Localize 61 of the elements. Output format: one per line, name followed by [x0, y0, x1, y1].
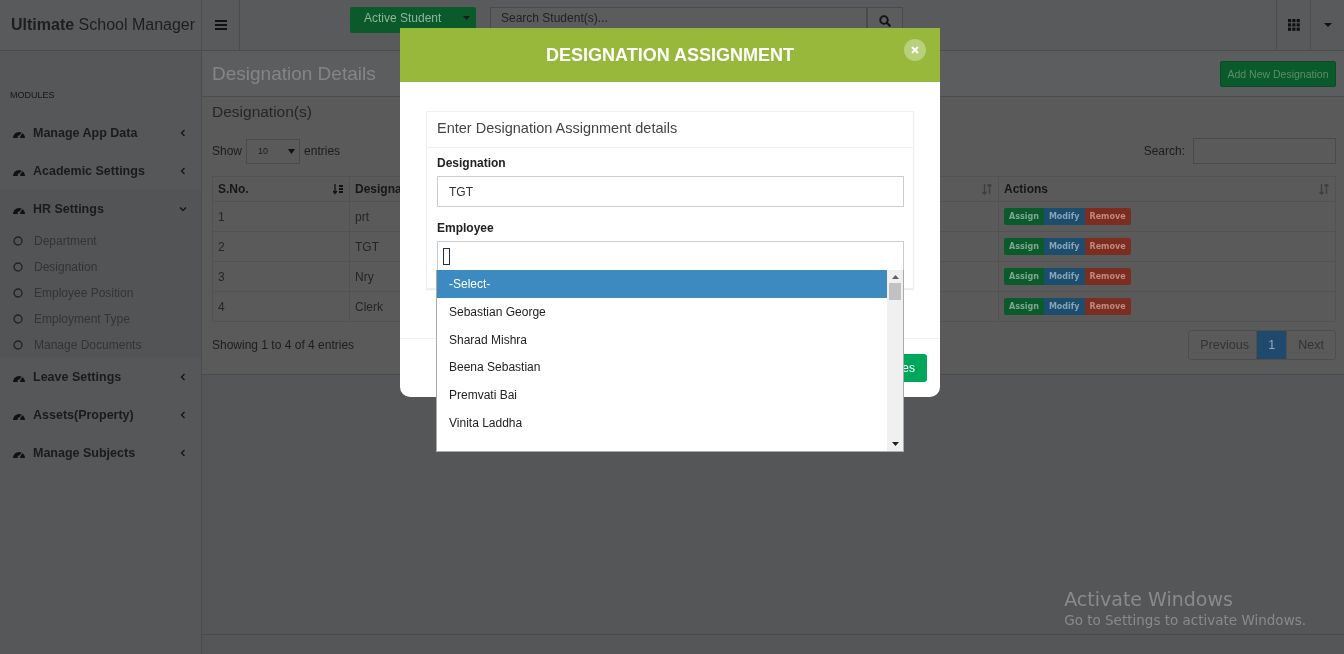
column-header[interactable]: S.No.: [212, 176, 350, 202]
sidebar-item[interactable]: Assets(Property): [0, 396, 201, 434]
edit-button[interactable]: Modify: [1043, 268, 1085, 285]
sidebar-item[interactable]: Manage App Data: [0, 114, 201, 152]
edit-button[interactable]: Modify: [1043, 238, 1085, 255]
sidebar-item[interactable]: Leave Settings: [0, 358, 201, 396]
close-icon: [911, 46, 919, 54]
entries-label: entries: [304, 144, 341, 158]
scrollbar[interactable]: [887, 270, 903, 451]
circle-icon: [13, 340, 23, 350]
panel-title: Enter Designation Assignment details: [427, 112, 913, 148]
caret-icon: [1323, 23, 1332, 27]
page-button[interactable]: 1: [1256, 331, 1287, 359]
chevron-icon: [179, 129, 187, 137]
caret-icon: [463, 16, 470, 20]
caret-icon: [288, 148, 296, 154]
dropdown-option[interactable]: Beena Sebastian: [437, 353, 887, 382]
chevron-icon: [179, 167, 187, 175]
chevron-icon: [179, 205, 187, 213]
modal-title: DESIGNATION ASSIGNMENT: [546, 44, 794, 66]
circle-icon: [13, 262, 23, 272]
circle-icon: [13, 288, 23, 298]
section-heading: MODULES: [9, 89, 56, 102]
column-header[interactable]: Actions: [998, 176, 1336, 202]
chevron-icon: [179, 373, 187, 381]
designation-field[interactable]: TGT: [437, 176, 904, 207]
edit-button[interactable]: Modify: [1043, 298, 1085, 315]
delete-button[interactable]: Remove: [1084, 238, 1131, 255]
assign-button[interactable]: Assign: [1004, 208, 1044, 225]
edit-button[interactable]: Modify: [1043, 208, 1085, 225]
scroll-thumb[interactable]: [889, 283, 901, 300]
delete-button[interactable]: Remove: [1084, 268, 1131, 285]
circle-icon: [13, 314, 23, 324]
assign-button[interactable]: Assign: [1004, 268, 1044, 285]
assign-button[interactable]: Assign: [1004, 238, 1044, 255]
search-label: Search:: [1143, 144, 1185, 158]
scroll-up-icon: [891, 275, 899, 279]
assign-button[interactable]: Assign: [1004, 298, 1044, 315]
search-icon: [879, 15, 891, 27]
menu-icon: [214, 20, 227, 30]
dropdown-option[interactable]: Premvati Bai: [437, 381, 887, 409]
close-button[interactable]: [904, 39, 926, 61]
scroll-down-icon: [891, 442, 899, 446]
chevron-icon: [179, 449, 187, 457]
circle-icon: [13, 236, 23, 246]
field-label: Designation: [437, 156, 507, 170]
student-filter-dropdown[interactable]: Active Student: [350, 7, 476, 33]
add-designation-button[interactable]: Add New Designation: [1220, 60, 1336, 87]
dropdown-option[interactable]: -Select-: [437, 270, 887, 298]
chevron-icon: [179, 411, 187, 419]
sidebar-item[interactable]: Academic Settings: [0, 152, 201, 190]
delete-button[interactable]: Remove: [1084, 208, 1131, 225]
entries-select[interactable]: 10: [246, 138, 301, 164]
show-label: Show: [212, 144, 243, 158]
dropdown-option[interactable]: Sharad Mishra: [437, 325, 887, 354]
entries-info: Showing 1 to 4 of 4 entries: [212, 338, 355, 352]
app-title: Ultimate School Manager: [11, 16, 196, 34]
delete-button[interactable]: Remove: [1084, 298, 1131, 315]
dropdown-option[interactable]: Vinita Laddha: [437, 409, 887, 437]
sidebar-item[interactable]: Manage Subjects: [0, 434, 201, 472]
grid-icon: [1287, 19, 1300, 31]
